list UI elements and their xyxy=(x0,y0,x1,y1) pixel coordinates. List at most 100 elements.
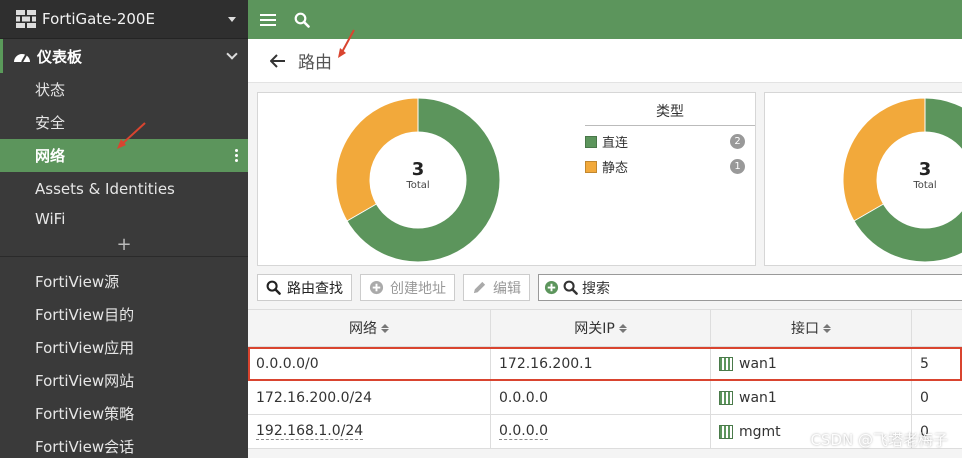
total-label: Total xyxy=(913,180,937,191)
header-label: 网关IP xyxy=(574,321,615,337)
count-badge: 1 xyxy=(730,159,745,174)
search-icon xyxy=(563,280,578,295)
back-arrow-icon[interactable] xyxy=(270,53,286,68)
legend-swatch xyxy=(585,160,597,173)
sort-icon xyxy=(823,323,831,333)
sidebar-item-fortiview-sessions[interactable]: FortiView会话 xyxy=(0,430,248,458)
donut-center: 3 Total xyxy=(383,159,453,191)
plus-circle-icon[interactable] xyxy=(544,280,559,295)
legend-label: 静态 xyxy=(602,161,629,176)
edit-button[interactable]: 编辑 xyxy=(463,274,530,301)
table-row[interactable]: 0.0.0.0/0 172.16.200.1 wan1 5 xyxy=(248,347,962,381)
legend-label: 直连 xyxy=(602,136,629,151)
legend-item-static[interactable]: 静态 1 xyxy=(585,157,755,176)
legend-item-direct[interactable]: 直连 2 xyxy=(585,132,755,151)
sidebar-item-label: FortiView源 xyxy=(35,273,120,291)
create-address-button[interactable]: 创建地址 xyxy=(360,274,455,301)
interface-name: wan1 xyxy=(739,389,777,406)
column-header-extra[interactable] xyxy=(912,310,962,346)
fortigate-logo-icon xyxy=(16,10,36,28)
annotation-arrow-icon xyxy=(338,29,355,58)
sidebar-item-label: FortiView策略 xyxy=(35,405,135,423)
search-input[interactable]: 搜索 xyxy=(582,278,610,298)
cell-interface: wan1 xyxy=(711,381,912,414)
header-label: 接口 xyxy=(791,321,819,337)
column-header-network[interactable]: 网络 xyxy=(248,310,491,346)
pencil-icon xyxy=(473,281,486,294)
plus-icon: + xyxy=(116,234,132,255)
sidebar-item-label: FortiView网站 xyxy=(35,372,135,390)
network-link[interactable]: 192.168.1.0/24 xyxy=(256,423,364,440)
table-row[interactable]: 172.16.200.0/24 0.0.0.0 wan1 0 xyxy=(248,381,962,415)
page-title: 路由 xyxy=(298,53,332,73)
total-number: 3 xyxy=(411,159,425,180)
search-icon xyxy=(266,280,281,295)
sidebar-item-fortiview-sources[interactable]: FortiView源 xyxy=(0,265,248,298)
button-label: 编辑 xyxy=(493,280,521,297)
total-number: 3 xyxy=(918,159,932,180)
route-lookup-button[interactable]: 路由查找 xyxy=(257,274,352,301)
route-widget-secondary: 3 Total xyxy=(764,92,962,266)
device-name: FortiGate-200E xyxy=(42,10,155,28)
column-header-gateway[interactable]: 网关IP xyxy=(491,310,711,346)
cell-gateway: 172.16.200.1 xyxy=(491,347,711,380)
toolbar: 路由查找 创建地址 编辑 搜索 xyxy=(257,274,962,302)
sidebar-item-fortiview-websites[interactable]: FortiView网站 xyxy=(0,364,248,397)
table-header: 网络 网关IP 接口 xyxy=(248,309,962,347)
menu-icon[interactable] xyxy=(260,13,276,26)
sidebar-section-dashboard[interactable]: 仪表板 xyxy=(0,39,248,73)
sidebar-item-fortiview-policies[interactable]: FortiView策略 xyxy=(0,397,248,430)
route-type-widget: 3 Total 类型 直连 2 静态 1 xyxy=(257,92,756,266)
routing-table: 网络 网关IP 接口 0.0.0.0/0 172.16.200.1 wan1 5… xyxy=(248,309,962,449)
legend-swatch xyxy=(585,135,597,148)
chart-legend: 类型 直连 2 静态 1 xyxy=(585,101,755,176)
button-label: 创建地址 xyxy=(390,280,446,297)
sidebar-item-fortiview-destinations[interactable]: FortiView目的 xyxy=(0,298,248,331)
cell-network: 192.168.1.0/24 xyxy=(248,415,491,448)
button-label: 路由查找 xyxy=(287,280,343,297)
sidebar-item-label: Assets & Identities xyxy=(35,179,175,198)
cell-interface: wan1 xyxy=(711,347,912,380)
interface-name: mgmt xyxy=(739,423,781,440)
main-content: 路由 3 Total 类型 直连 2 静态 1 3 Total 路由查找 创建地… xyxy=(248,39,962,458)
interface-name: wan1 xyxy=(739,355,777,372)
sidebar-item-label: FortiView目的 xyxy=(35,306,135,324)
cell-extra: 0 xyxy=(920,389,929,406)
chevron-down-icon xyxy=(226,48,238,60)
cell-extra: 5 xyxy=(920,355,929,372)
interface-port-icon xyxy=(719,424,733,439)
sidebar-item-assets[interactable]: Assets & Identities xyxy=(0,172,248,205)
device-selector[interactable]: FortiGate-200E xyxy=(0,0,248,39)
sidebar-item-fortiview-applications[interactable]: FortiView应用 xyxy=(0,331,248,364)
sidebar-section-label: 仪表板 xyxy=(37,47,83,66)
cell-gateway: 0.0.0.0 xyxy=(491,381,711,414)
more-options-icon[interactable] xyxy=(235,149,238,162)
interface-port-icon xyxy=(719,390,733,405)
sidebar-item-label: FortiView应用 xyxy=(35,339,135,357)
interface-port-icon xyxy=(719,356,733,371)
plus-circle-icon xyxy=(369,280,384,295)
sidebar-item-label: WiFi xyxy=(35,210,66,228)
annotation-arrow-icon xyxy=(117,122,146,149)
add-dashboard-button[interactable]: + xyxy=(0,233,248,257)
gateway-link[interactable]: 0.0.0.0 xyxy=(499,423,548,440)
sidebar-item-status[interactable]: 状态 xyxy=(0,73,248,106)
sidebar-item-wifi[interactable]: WiFi xyxy=(0,205,248,233)
search-icon[interactable] xyxy=(294,12,310,28)
fortiview-list: FortiView源 FortiView目的 FortiView应用 Forti… xyxy=(0,257,248,458)
gauge-icon xyxy=(14,54,30,63)
legend-title: 类型 xyxy=(585,101,755,126)
donut-center: 3 Total xyxy=(890,159,960,191)
header-label: 网络 xyxy=(349,321,377,337)
sidebar: FortiGate-200E 仪表板 状态 安全 网络 Assets & Ide… xyxy=(0,0,248,458)
column-header-interface[interactable]: 接口 xyxy=(711,310,912,346)
caret-down-icon xyxy=(228,16,236,22)
cell-gateway: 0.0.0.0 xyxy=(491,415,711,448)
watermark: CSDN @飞塔老梅子 xyxy=(810,431,948,449)
sort-icon xyxy=(381,323,389,333)
sidebar-item-label: 状态 xyxy=(35,81,66,99)
sidebar-item-label: FortiView会话 xyxy=(35,438,135,456)
cell-network: 172.16.200.0/24 xyxy=(248,381,491,414)
count-badge: 2 xyxy=(730,134,745,149)
search-box[interactable]: 搜索 xyxy=(538,274,962,301)
